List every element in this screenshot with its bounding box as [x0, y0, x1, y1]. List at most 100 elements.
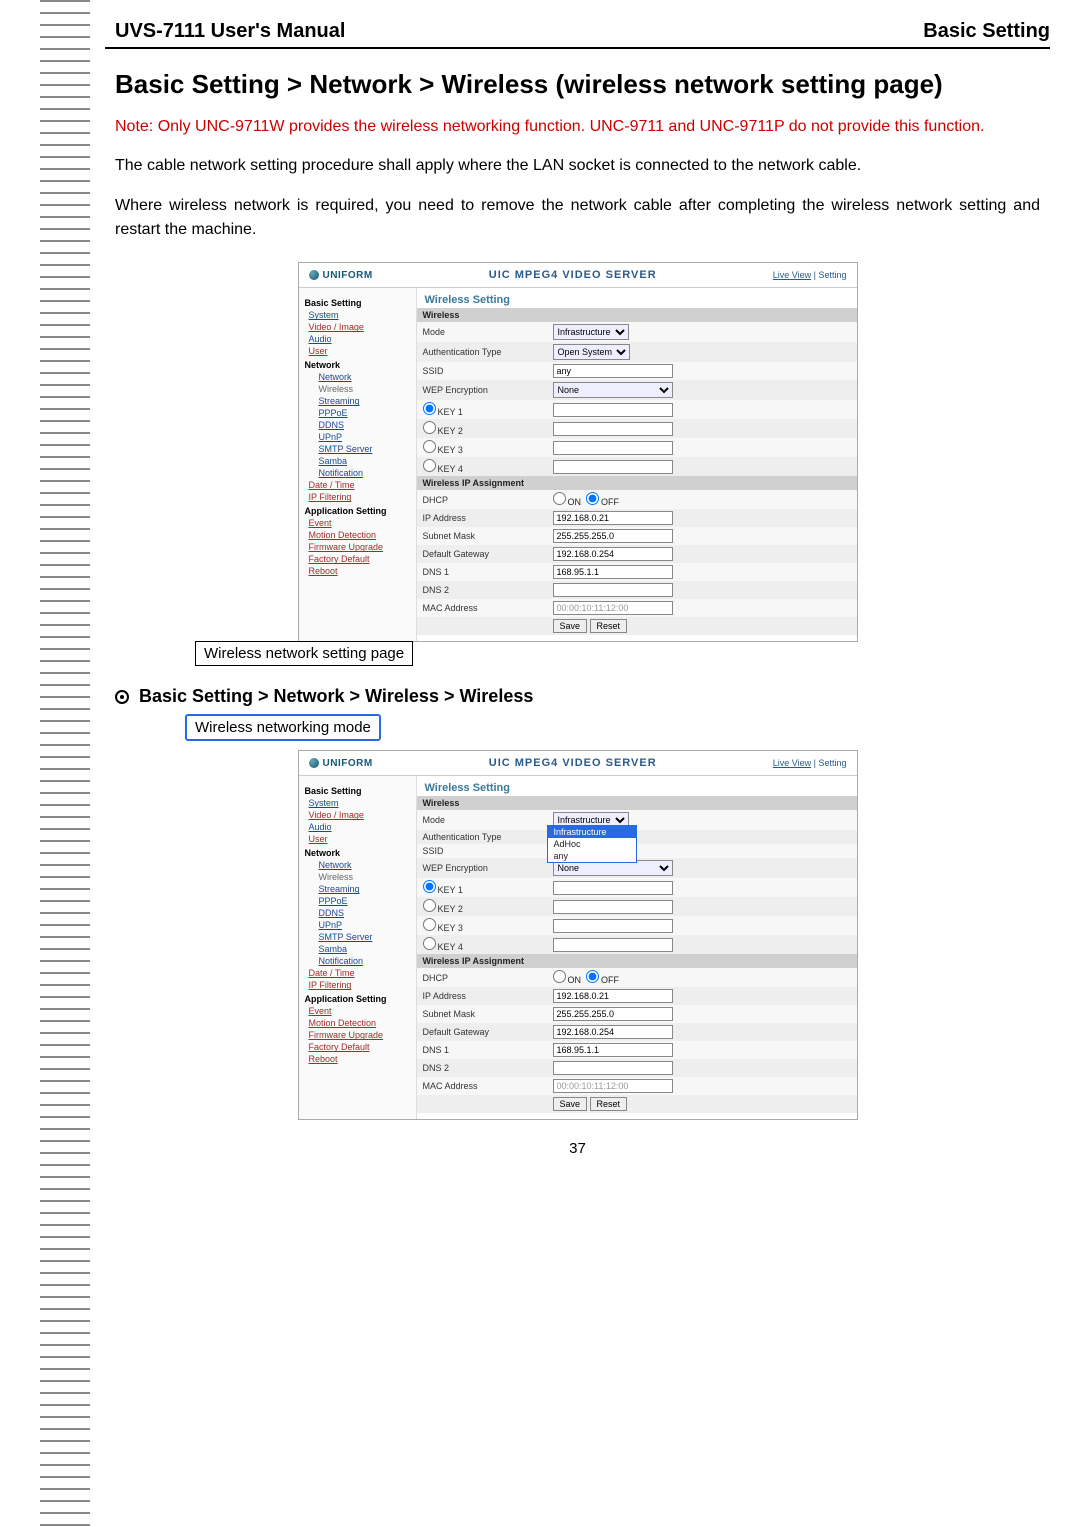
nav-upnp[interactable]: UPnP — [319, 432, 410, 442]
gateway-input-2[interactable] — [553, 1025, 673, 1039]
key3-radio[interactable] — [423, 440, 436, 453]
mode-option-infra[interactable]: Infrastructure — [548, 826, 636, 838]
dns2-input-2[interactable] — [553, 1061, 673, 1075]
key4-input[interactable] — [553, 460, 673, 474]
dhcp-on-radio[interactable] — [553, 492, 566, 505]
key4-input-2[interactable] — [553, 938, 673, 952]
key1-radio[interactable] — [423, 402, 436, 415]
key2-radio-2[interactable] — [423, 899, 436, 912]
nav2-app-setting: Application Setting — [305, 994, 410, 1004]
live-view-link[interactable]: Live View — [773, 270, 811, 280]
reset-button[interactable]: Reset — [590, 619, 628, 633]
nav2-motion[interactable]: Motion Detection — [309, 1018, 410, 1028]
section-ip: Wireless IP Assignment — [417, 476, 857, 490]
nav-streaming[interactable]: Streaming — [319, 396, 410, 406]
nav2-wireless[interactable]: Wireless — [319, 872, 410, 882]
nav-motion[interactable]: Motion Detection — [309, 530, 410, 540]
mode-dropdown-open[interactable]: Infrastructure AdHoc any — [547, 825, 637, 863]
nav-date-time[interactable]: Date / Time — [309, 480, 410, 490]
setting-link-2[interactable]: Setting — [818, 758, 846, 768]
key1-input-2[interactable] — [553, 881, 673, 895]
key1-radio-2[interactable] — [423, 880, 436, 893]
nav2-reboot[interactable]: Reboot — [309, 1054, 410, 1064]
dns2-input[interactable] — [553, 583, 673, 597]
mode-option-adhoc[interactable]: AdHoc — [548, 838, 636, 850]
key3-radio-2[interactable] — [423, 918, 436, 931]
label-key2: KEY 2 — [438, 426, 463, 436]
wep-select[interactable]: None — [553, 382, 673, 398]
screenshot-wireless-setting: UNIFORM UIC MPEG4 VIDEO SERVER Live View… — [298, 262, 858, 642]
key1-input[interactable] — [553, 403, 673, 417]
nav-factory[interactable]: Factory Default — [309, 554, 410, 564]
nav-firmware[interactable]: Firmware Upgrade — [309, 542, 410, 552]
key2-input[interactable] — [553, 422, 673, 436]
auth-select[interactable]: Open System — [553, 344, 630, 360]
nav-pppoe[interactable]: PPPoE — [319, 408, 410, 418]
nav2-video-image[interactable]: Video / Image — [309, 810, 410, 820]
nav-user[interactable]: User — [309, 346, 410, 356]
reset-button-2[interactable]: Reset — [590, 1097, 628, 1111]
nav2-date-time[interactable]: Date / Time — [309, 968, 410, 978]
caption-screenshot-1: Wireless network setting page — [195, 641, 413, 666]
nav-system[interactable]: System — [309, 310, 410, 320]
nav-samba[interactable]: Samba — [319, 456, 410, 466]
mask-input-2[interactable] — [553, 1007, 673, 1021]
label-off: OFF — [601, 497, 619, 507]
nav2-notification[interactable]: Notification — [319, 956, 410, 966]
brand-dot-icon-2 — [309, 758, 319, 768]
nav-video-image[interactable]: Video / Image — [309, 322, 410, 332]
key4-radio[interactable] — [423, 459, 436, 472]
nav2-ip-filtering[interactable]: IP Filtering — [309, 980, 410, 990]
key3-input[interactable] — [553, 441, 673, 455]
setting-link[interactable]: Setting — [818, 270, 846, 280]
label2-key1: KEY 1 — [438, 885, 463, 895]
nav-notification[interactable]: Notification — [319, 468, 410, 478]
nav-audio[interactable]: Audio — [309, 334, 410, 344]
mask-input[interactable] — [553, 529, 673, 543]
save-button[interactable]: Save — [553, 619, 588, 633]
nav2-samba[interactable]: Samba — [319, 944, 410, 954]
top-links: Live View | Setting — [773, 270, 847, 280]
nav2-network-sub[interactable]: Network — [319, 860, 410, 870]
key4-radio-2[interactable] — [423, 937, 436, 950]
dns1-input-2[interactable] — [553, 1043, 673, 1057]
dhcp-on-radio-2[interactable] — [553, 970, 566, 983]
nav2-audio[interactable]: Audio — [309, 822, 410, 832]
nav2-factory[interactable]: Factory Default — [309, 1042, 410, 1052]
nav2-ddns[interactable]: DDNS — [319, 908, 410, 918]
nav2-streaming[interactable]: Streaming — [319, 884, 410, 894]
ssid-input[interactable] — [553, 364, 673, 378]
nav-reboot[interactable]: Reboot — [309, 566, 410, 576]
brand-logo: UNIFORM — [309, 270, 373, 281]
nav2-event[interactable]: Event — [309, 1006, 410, 1016]
body-para-2: Where wireless network is required, you … — [105, 188, 1050, 252]
nav-event[interactable]: Event — [309, 518, 410, 528]
nav2-upnp[interactable]: UPnP — [319, 920, 410, 930]
key2-radio[interactable] — [423, 421, 436, 434]
label-mac: MAC Address — [417, 599, 547, 617]
subheading: Basic Setting > Network > Wireless > Wir… — [139, 686, 533, 707]
nav2-system[interactable]: System — [309, 798, 410, 808]
ip-input[interactable] — [553, 511, 673, 525]
nav2-pppoe[interactable]: PPPoE — [319, 896, 410, 906]
key2-input-2[interactable] — [553, 900, 673, 914]
ip-input-2[interactable] — [553, 989, 673, 1003]
save-button-2[interactable]: Save — [553, 1097, 588, 1111]
live-view-link-2[interactable]: Live View — [773, 758, 811, 768]
dhcp-off-radio-2[interactable] — [586, 970, 599, 983]
key3-input-2[interactable] — [553, 919, 673, 933]
nav2-smtp[interactable]: SMTP Server — [319, 932, 410, 942]
nav-wireless[interactable]: Wireless — [319, 384, 410, 394]
nav2-firmware[interactable]: Firmware Upgrade — [309, 1030, 410, 1040]
dns1-input[interactable] — [553, 565, 673, 579]
mode-option-any[interactable]: any — [548, 850, 636, 862]
gateway-input[interactable] — [553, 547, 673, 561]
mode-select[interactable]: Infrastructure — [553, 324, 629, 340]
nav-ip-filtering[interactable]: IP Filtering — [309, 492, 410, 502]
nav-smtp[interactable]: SMTP Server — [319, 444, 410, 454]
dhcp-off-radio[interactable] — [586, 492, 599, 505]
nav-network-sub[interactable]: Network — [319, 372, 410, 382]
label2-dns2: DNS 2 — [417, 1059, 547, 1077]
nav-ddns[interactable]: DDNS — [319, 420, 410, 430]
nav2-user[interactable]: User — [309, 834, 410, 844]
